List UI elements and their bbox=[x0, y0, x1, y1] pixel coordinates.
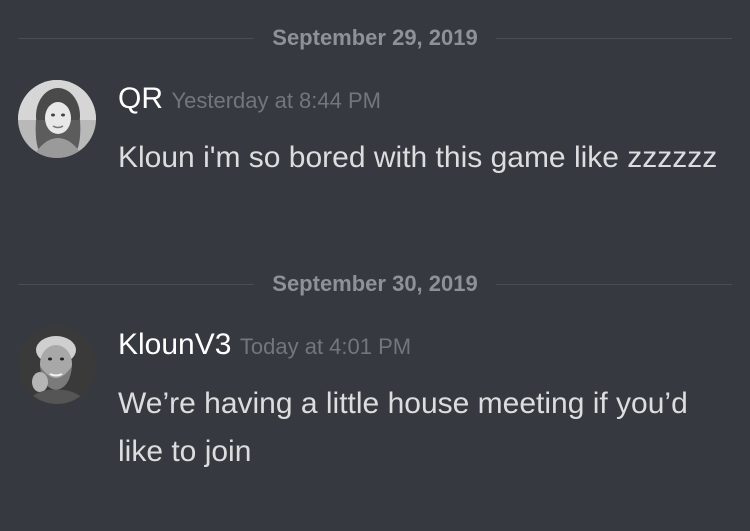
divider-date: September 30, 2019 bbox=[272, 271, 478, 296]
divider-line bbox=[18, 37, 255, 39]
date-divider: September 29, 2019 bbox=[18, 25, 732, 50]
message-header: QR Yesterday at 8:44 PM bbox=[118, 82, 381, 116]
message-content: Kloun i'm so bored with this game like z… bbox=[118, 141, 718, 174]
username[interactable]: QR bbox=[118, 82, 163, 115]
divider-date: September 29, 2019 bbox=[272, 25, 478, 50]
username[interactable]: KlounV3 bbox=[118, 328, 231, 361]
avatar-man-icon bbox=[18, 326, 96, 404]
message-timestamp: Today at 4:01 PM bbox=[239, 334, 412, 359]
divider-line bbox=[18, 283, 255, 285]
message-timestamp: Yesterday at 8:44 PM bbox=[171, 88, 381, 113]
user-avatar[interactable] bbox=[18, 326, 96, 404]
message-header: KlounV3 Today at 4:01 PM bbox=[118, 328, 411, 362]
date-divider: September 30, 2019 bbox=[18, 271, 732, 296]
divider-line bbox=[495, 37, 732, 39]
chat-messages-pane[interactable]: September 29, 2019 QR Yesterday at 8:44 … bbox=[0, 0, 750, 531]
divider-line bbox=[495, 283, 732, 285]
user-avatar[interactable] bbox=[18, 80, 96, 158]
avatar-woman-icon bbox=[18, 80, 96, 158]
message-content: We’re having a little house meeting if y… bbox=[118, 387, 688, 468]
